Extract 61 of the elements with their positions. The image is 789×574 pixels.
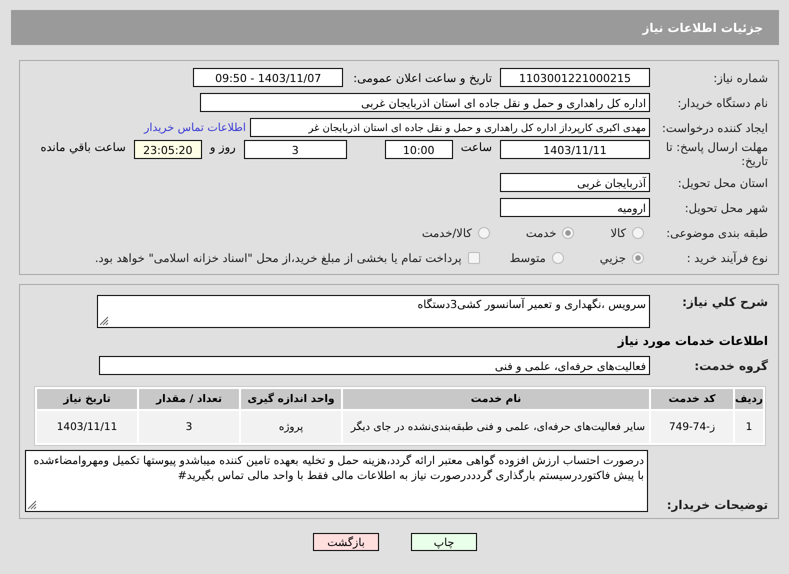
radio-button[interactable] [562, 226, 574, 238]
checkbox[interactable] [468, 252, 480, 264]
column-header: تعداد / مقدار [139, 389, 239, 409]
resize-grip-icon[interactable] [99, 316, 109, 326]
remaining-label: ساعت باقي مانده [40, 140, 127, 154]
creator-field[interactable]: مهدی اکبری کارپرداز اداره کل راهداری و حمل و نقل جاده ای استان اذربایجان غر [250, 118, 650, 137]
deadline-date-field[interactable]: 1403/11/11 [500, 140, 650, 159]
city-field[interactable]: ارومیه [500, 198, 650, 217]
field-label: توضیحات خریدار: [666, 498, 769, 512]
column-header: تاریخ نیاز [37, 389, 137, 409]
need-number-field[interactable]: 1103001221000215 [500, 68, 650, 87]
notes-textarea[interactable] [25, 450, 648, 512]
field-label: شرح کلي نیاز: [681, 295, 769, 309]
province-field[interactable]: آذربایجان غربی [500, 173, 650, 192]
field-label: نوع فرآیند خرید : [686, 250, 769, 264]
section-title: اطلاعات خدمات مورد نیاز [618, 334, 769, 348]
radio-label: کالا [609, 226, 626, 240]
table-cell: پروژه [241, 411, 341, 443]
announce-date-field[interactable]: 1403/11/07 - 09:50 [193, 68, 344, 87]
field-label: مهلت ارسال پاسخ: تا تاریخ: [664, 140, 769, 168]
time-label: ساعت [460, 140, 493, 154]
radio-label: جزیي [598, 250, 626, 264]
table-cell: 1 [735, 411, 763, 443]
radio-button[interactable] [632, 226, 644, 238]
table-cell: سایر فعالیت‌های حرفه‌ای، علمی و فنی طبقه‌بندی‌نشده در جای دیگر [343, 411, 649, 443]
field-label: شماره نیاز: [712, 70, 769, 84]
field-label: شهر محل تحویل: [684, 200, 769, 214]
column-header: نام خدمت [343, 389, 649, 409]
deadline-time-field[interactable]: 10:00 [384, 140, 453, 159]
contact-link[interactable]: اطلاعات تماس خریدار [144, 121, 250, 134]
print-button[interactable]: چاپ [411, 533, 477, 551]
notes-text: درصورت احتساب ارزش افزوده گواهی معتبر ارائه گردد،هزینه حمل و تخلیه بعهده تامین کننده میباشدو پیوستها تکمیل ومهروامضاءشده با پیش فاکتوردرسیستم بارگذاری گردددرصورت نیاز به اطلاعات مالی فقط با واحد مالی تماس بگیرید# [33, 454, 644, 482]
field-label: گروه خدمت: [693, 358, 769, 372]
radio-button[interactable] [552, 252, 564, 264]
buyer-field[interactable]: اداره کل راهداری و حمل و نقل جاده ای استان اذربایجان غربی [200, 93, 650, 112]
field-label: ایجاد کننده درخواست: [661, 120, 769, 134]
field-label: تاریخ و ساعت اعلان عمومی: [352, 70, 493, 84]
service-group-field[interactable]: فعالیت‌های حرفه‌ای، علمی و فنی [99, 356, 650, 375]
column-header: واحد اندازه گیری [241, 389, 341, 409]
radio-label: کالا/خدمت [420, 226, 472, 240]
field-label: طبقه بندی موضوعی: [665, 226, 769, 240]
field-label: استان محل تحویل: [676, 176, 769, 190]
days-field[interactable]: 3 [244, 140, 347, 159]
column-header: کد خدمت [651, 389, 733, 409]
radio-label: خدمت [524, 226, 556, 240]
checkbox-label: پرداخت تمام یا بخشی از مبلغ خرید،از محل "اسناد خزانه اسلامی" خواهد بود. [94, 250, 462, 264]
table-cell: 3 [139, 411, 239, 443]
radio-button[interactable] [478, 226, 490, 238]
remaining-time-field: 23:05:20 [134, 140, 202, 159]
table-cell: 1403/11/11 [37, 411, 137, 443]
summary-text: سرویس ،نگهداری و تعمیر آسانسور کشی3دستگاه [418, 298, 646, 311]
column-header: ردیف [735, 389, 763, 409]
radio-button[interactable] [632, 252, 644, 264]
back-button[interactable]: بازگشت [313, 533, 379, 551]
radio-label: متوسط [508, 250, 546, 264]
page-title: جزئیات اطلاعات نیاز [642, 20, 763, 34]
field-label: نام دستگاه خریدار: [676, 96, 769, 110]
resize-grip-icon[interactable] [27, 500, 37, 510]
summary-textarea[interactable]: سرویس ،نگهداری و تعمیر آسانسور کشی3دستگاه [97, 295, 650, 328]
days-label: روز و [208, 140, 237, 154]
table-cell: ز-74-749 [651, 411, 733, 443]
